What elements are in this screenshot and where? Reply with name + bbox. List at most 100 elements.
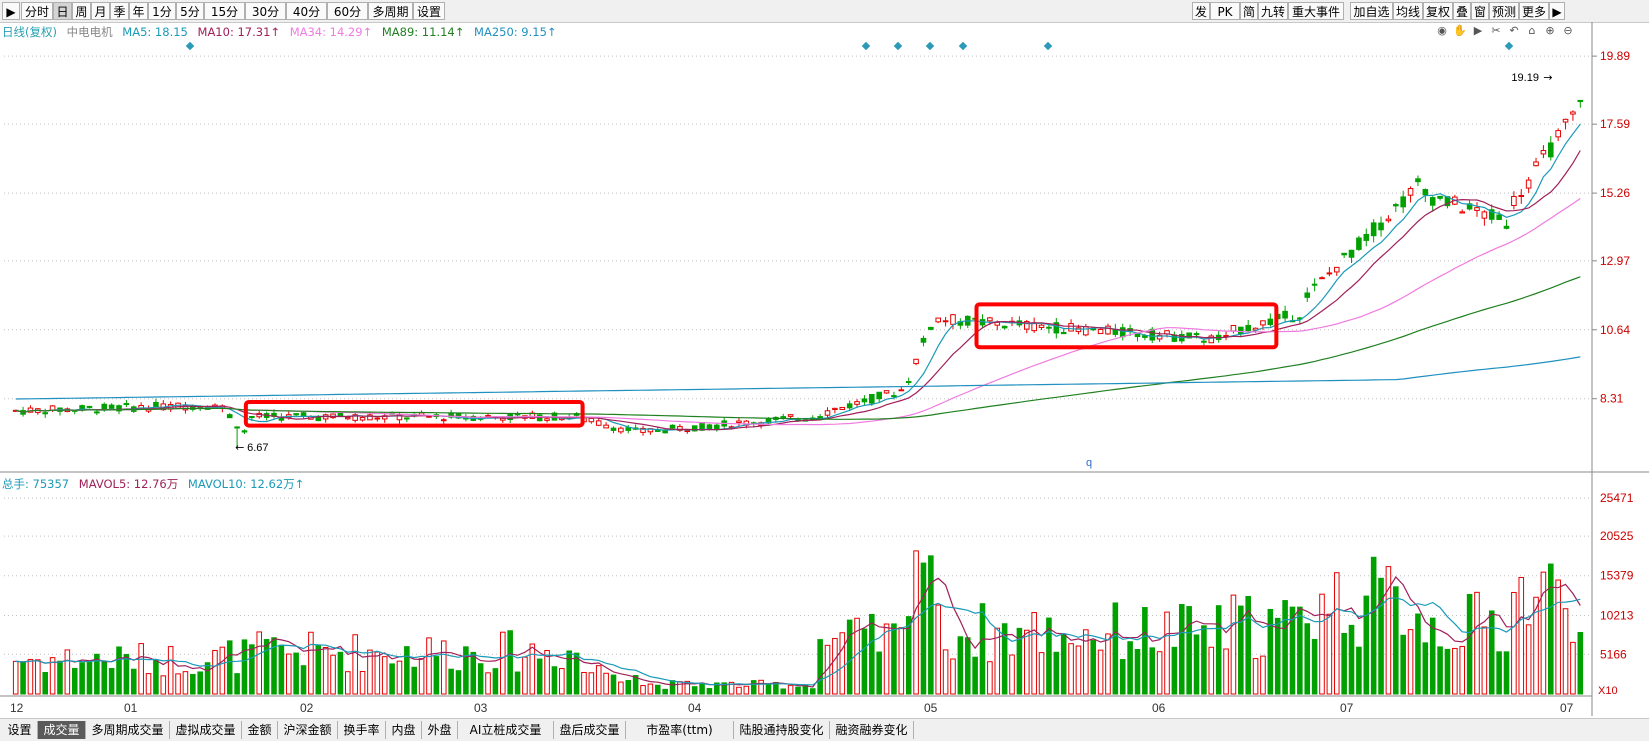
- indicator-tab-13[interactable]: 融资融券变化: [830, 721, 914, 739]
- kline-chart[interactable]: 19.89 17.59 15.26 12.97 10.64 8.31 25471 20525 1…: [0, 0, 1649, 740]
- candle-body: [1326, 272, 1333, 275]
- volume-bar: [566, 650, 572, 695]
- indicator-tab-0[interactable]: 设置: [2, 721, 38, 739]
- event-marker-icon[interactable]: [861, 41, 871, 51]
- volume-bar: [1038, 652, 1045, 695]
- candle-body: [1570, 111, 1576, 115]
- volume-bar: [1171, 646, 1178, 695]
- volume-bar: [1274, 617, 1281, 695]
- volume-bar: [359, 670, 366, 695]
- volume-bar: [1562, 608, 1569, 695]
- event-marker-icon[interactable]: [1043, 41, 1053, 51]
- candle-body: [1481, 211, 1488, 219]
- candle-body: [706, 424, 713, 430]
- volume-bar: [20, 661, 26, 695]
- volume-bar: [581, 672, 587, 695]
- volume-bar: [647, 683, 654, 695]
- candle-body: [684, 430, 691, 433]
- candle-body: [1548, 142, 1554, 158]
- candle-body: [1525, 179, 1532, 189]
- volume-bar: [595, 665, 602, 695]
- volume-bar: [507, 630, 513, 695]
- volume-bar: [263, 639, 270, 695]
- volume-bar: [1326, 613, 1333, 695]
- candle-body: [1267, 318, 1274, 326]
- volume-bar: [212, 650, 218, 695]
- candle-body: [108, 404, 115, 409]
- high-arrow-icon: →: [1543, 71, 1552, 84]
- volume-bar: [1363, 595, 1370, 695]
- volume-bar: [455, 670, 462, 695]
- candle-body: [1496, 214, 1502, 220]
- indicator-tab-12[interactable]: 陆股通持股变化: [734, 721, 830, 739]
- volume-bar: [241, 639, 248, 695]
- candle-body: [1304, 292, 1311, 298]
- volume-bar: [1075, 645, 1082, 695]
- candle-body: [610, 427, 617, 431]
- volume-bar: [1282, 600, 1288, 695]
- candle-body: [226, 414, 233, 419]
- volume-bar: [1304, 623, 1311, 695]
- volume-bar: [706, 688, 713, 695]
- candle-body: [1083, 326, 1089, 336]
- candle-body: [1260, 320, 1266, 326]
- candle-body: [1540, 150, 1547, 155]
- volume-bar: [1060, 633, 1067, 695]
- volume-bar: [935, 604, 942, 695]
- candle-body: [1407, 188, 1414, 196]
- volume-bar: [743, 685, 750, 695]
- indicator-tab-2[interactable]: 多周期成交量: [86, 721, 170, 739]
- event-marker-icon[interactable]: [1504, 41, 1514, 51]
- indicator-tab-1[interactable]: 成交量: [38, 721, 86, 739]
- ma89-line: [15, 276, 1581, 420]
- price-tick-label: 10.64: [1600, 323, 1630, 337]
- volume-bar: [101, 661, 108, 695]
- indicator-tab-5[interactable]: 沪深金额: [278, 721, 338, 739]
- indicator-tab-11[interactable]: 市盈率(ttm): [626, 721, 734, 739]
- indicator-tab-4[interactable]: 金额: [242, 721, 278, 739]
- volume-bar: [1024, 629, 1030, 695]
- indicator-tab-7[interactable]: 内盘: [386, 721, 422, 739]
- volume-bar: [522, 656, 528, 695]
- candle-body: [94, 411, 100, 414]
- candle-body: [876, 391, 882, 400]
- event-marker-icon[interactable]: [925, 41, 935, 51]
- candle-body: [1511, 196, 1517, 206]
- candle-body: [1149, 328, 1156, 341]
- volume-bar: [1429, 617, 1436, 695]
- volume-bar: [1525, 624, 1532, 695]
- volume-bar: [71, 667, 78, 695]
- candle-body: [1319, 277, 1325, 280]
- volume-bar: [987, 661, 993, 695]
- candle-body: [1429, 197, 1436, 206]
- candle-body: [787, 414, 794, 417]
- candle-body: [935, 317, 942, 323]
- volume-bar: [913, 550, 919, 695]
- candle-body: [234, 426, 240, 429]
- indicator-tab-10[interactable]: 盘后成交量: [554, 721, 626, 739]
- high-price-label: 19.19: [1511, 72, 1539, 84]
- candle-body: [1518, 194, 1525, 197]
- indicator-tab-9[interactable]: AI立桩成交量: [458, 721, 554, 739]
- event-marker-icon[interactable]: [893, 41, 903, 51]
- indicator-tab-bar: 设置 成交量 多周期成交量 虚拟成交量 金额 沪深金额 换手率 内盘 外盘 AI立桩成交量 盘后成交…: [0, 718, 1649, 741]
- volume-bar: [352, 634, 358, 695]
- volume-bar: [588, 672, 595, 695]
- volume-bar: [1031, 612, 1037, 695]
- event-marker-icon[interactable]: [185, 41, 195, 51]
- candle-body: [485, 414, 491, 417]
- event-marker-icon[interactable]: [958, 41, 968, 51]
- indicator-tab-8[interactable]: 外盘: [422, 721, 458, 739]
- volume-bar: [669, 680, 676, 695]
- indicator-tab-6[interactable]: 换手率: [338, 721, 386, 739]
- indicator-tab-3[interactable]: 虚拟成交量: [170, 721, 242, 739]
- volume-bar: [485, 672, 491, 695]
- volume-bar: [1311, 638, 1318, 695]
- volume-bar: [64, 649, 71, 695]
- volume-bar: [928, 555, 934, 695]
- volume-bar: [514, 671, 521, 695]
- volume-bar: [1415, 613, 1421, 695]
- volume-bar: [1208, 646, 1215, 695]
- volume-bar: [1156, 651, 1163, 695]
- mid-marker-label: q: [1086, 457, 1092, 469]
